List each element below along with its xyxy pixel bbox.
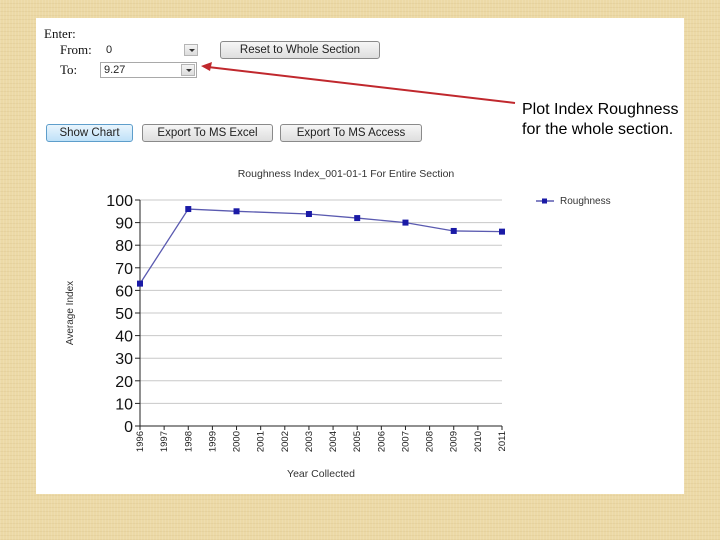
x-tick-label: 2001 [256, 431, 267, 452]
y-tick-label: 0 [124, 419, 133, 436]
data-point [233, 208, 240, 215]
y-tick-label: 20 [115, 374, 133, 391]
y-tick-label: 90 [115, 216, 133, 233]
data-point [402, 219, 409, 226]
x-tick-labels: 1996 1997 1998 1999 2000 2001 2002 2003 2004 2005… [135, 431, 508, 452]
y-tick-label: 70 [115, 261, 133, 278]
data-point [450, 227, 457, 234]
data-point [185, 206, 192, 213]
x-tick-label: 2000 [232, 431, 243, 452]
data-point [137, 280, 143, 287]
legend-label: Roughness [560, 196, 611, 207]
x-tick-label: 2007 [400, 431, 411, 452]
x-tick-label: 2009 [449, 431, 460, 452]
legend-marker [542, 198, 547, 204]
x-tick-label: 2008 [425, 431, 436, 452]
series-roughness [137, 206, 505, 287]
y-tick-label: 100 [106, 193, 133, 210]
y-tick-label: 40 [115, 329, 133, 346]
data-point [499, 228, 505, 235]
y-tick-label: 30 [115, 351, 133, 368]
chart-title: Roughness Index_001-01-1 For Entire Sect… [238, 168, 455, 180]
data-point [354, 215, 361, 222]
roughness-chart: Roughness Index_001-01-1 For Entire Sect… [65, 168, 611, 480]
x-tick-label: 2010 [473, 431, 484, 452]
y-axis-label: Average Index [65, 281, 76, 345]
legend: Roughness [536, 196, 611, 207]
data-point [305, 211, 312, 218]
series-line [139, 208, 503, 284]
y-tick-labels: 0 10 20 30 40 50 60 70 80 90 100 [106, 193, 133, 436]
x-tick-label: 1997 [159, 431, 170, 452]
x-tick-label: 2006 [376, 431, 387, 452]
x-tick-label: 1998 [183, 431, 194, 452]
y-tick-label: 10 [115, 396, 133, 413]
y-tick-label: 80 [115, 238, 133, 255]
x-tick-label: 2003 [304, 431, 315, 452]
y-tick-label: 60 [115, 283, 133, 300]
x-tick-label: 2002 [280, 431, 291, 452]
axes [135, 199, 503, 430]
x-tick-label: 2005 [352, 431, 363, 452]
y-tick-label: 50 [115, 306, 133, 323]
x-tick-label: 2004 [328, 431, 339, 452]
x-tick-label: 2011 [497, 431, 508, 451]
x-axis-label: Year Collected [287, 468, 355, 480]
x-tick-label: 1999 [207, 431, 218, 452]
x-tick-label: 1996 [135, 431, 146, 452]
